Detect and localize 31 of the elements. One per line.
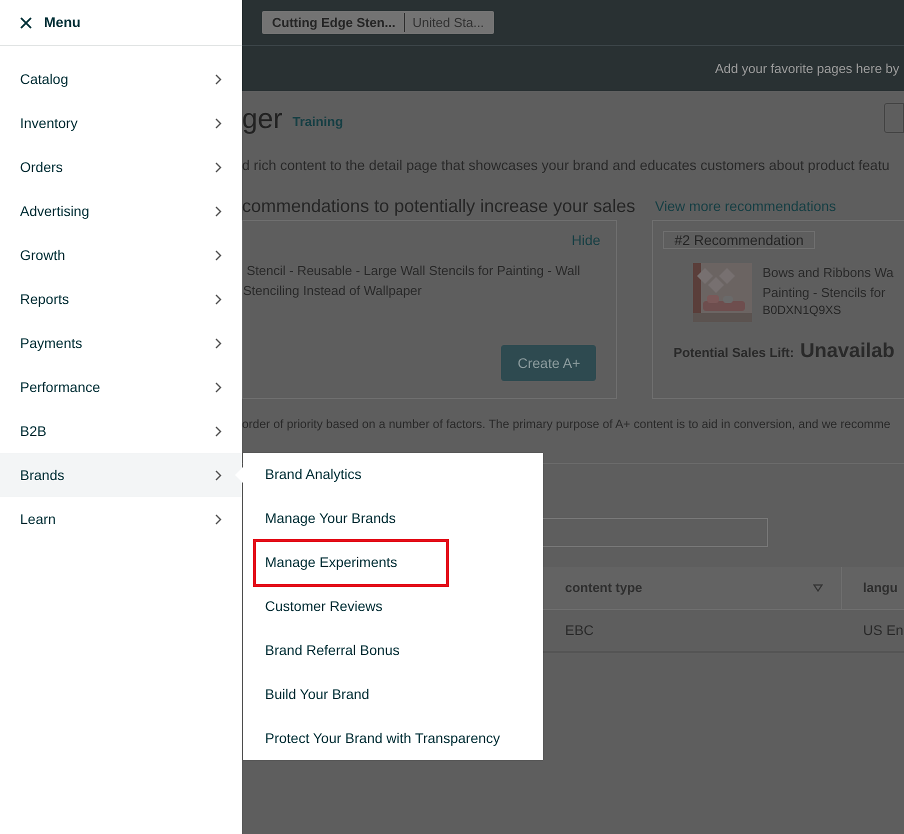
chevron-icon [215,338,222,348]
submenu-item[interactable]: Brand Referral Bonus [253,640,400,661]
favorites-hint: Add your favorite pages here by [715,60,900,78]
submenu-item[interactable]: Manage Experiments [253,538,449,587]
chevron-icon [215,514,222,524]
submenu-item[interactable]: Protect Your Brand with Transparency [253,728,500,749]
menu-title: Menu [44,13,81,32]
submenu-item[interactable]: Build Your Brand [253,684,370,705]
chevron-icon [215,294,222,304]
marketplace-name: United Sta... [412,14,484,32]
chevron-icon [215,74,222,84]
chevron-icon [215,162,222,172]
chevron-icon [215,118,222,128]
chevron-icon [215,382,222,392]
chevron-icon [215,206,222,216]
recommendation-badge: #2 Recommendation [663,231,815,249]
submenu-item[interactable]: Brand Analytics [253,464,362,486]
submenu-item[interactable]: Customer Reviews [253,596,382,618]
help-button[interactable] [884,103,904,133]
asin-text: B0DXN1Q9XS [762,303,842,317]
section-heading: commendations to potentially increase your sales [242,194,636,218]
chevron-icon [215,250,222,260]
filter-icon[interactable] [813,584,823,592]
page-title: ger [242,103,282,135]
search-field[interactable] [540,518,768,547]
store-name: Cutting Edge Sten... [272,12,404,32]
close-icon[interactable] [20,16,32,28]
chevron-icon [215,426,222,436]
chevron-icon [215,470,222,480]
menu-item[interactable]: Brands [0,453,242,497]
submenu-item[interactable]: Manage Your Brands [253,508,396,530]
